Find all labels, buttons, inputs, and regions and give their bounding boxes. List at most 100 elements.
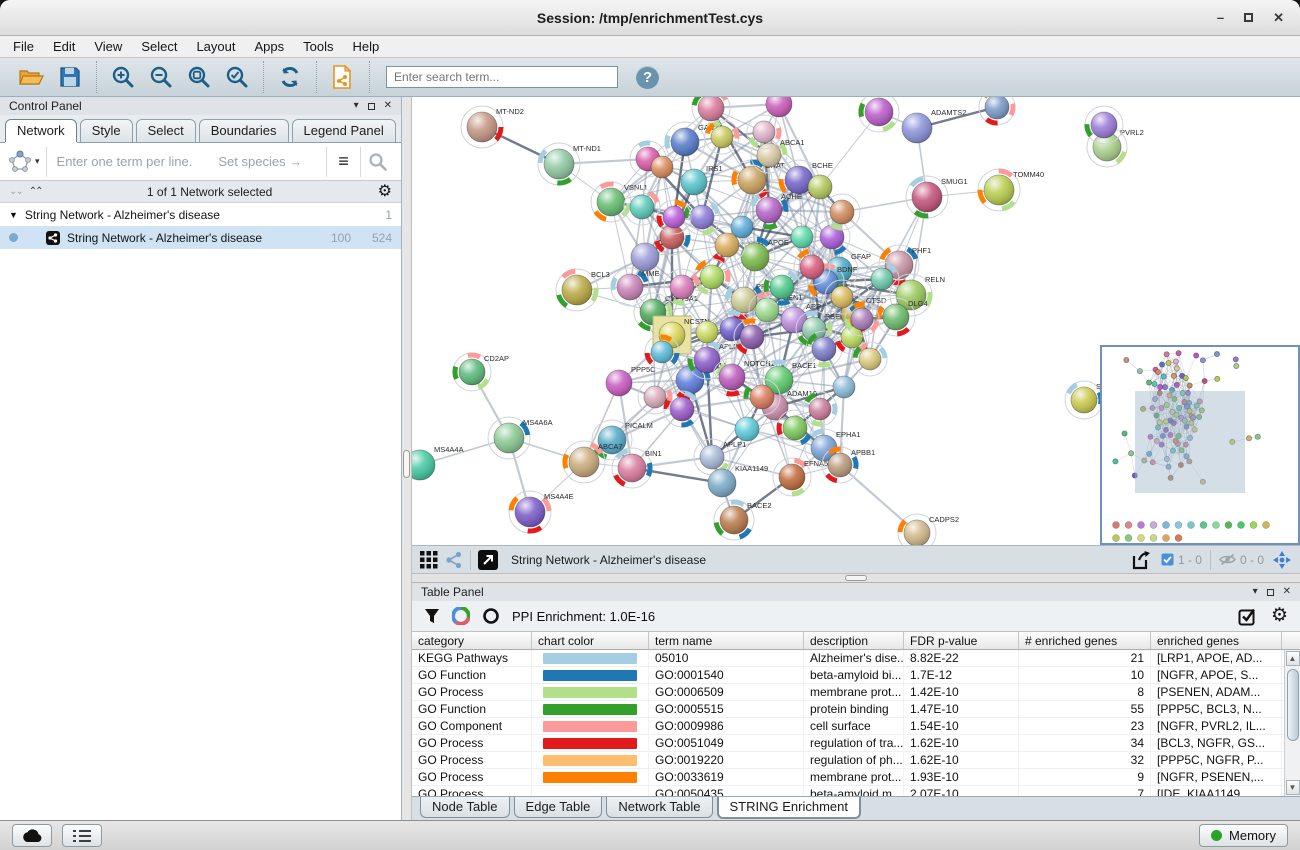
column-header-enriched-genes[interactable]: enriched genes bbox=[1151, 632, 1282, 649]
network-node[interactable]: CADPS2 bbox=[904, 515, 959, 545]
network-node[interactable] bbox=[753, 121, 775, 143]
birdseye-toggle-button[interactable] bbox=[1272, 550, 1292, 570]
network-node[interactable] bbox=[809, 398, 831, 420]
cloud-tasks-button[interactable] bbox=[12, 824, 52, 847]
network-node[interactable] bbox=[871, 268, 893, 290]
tab-legend-panel[interactable]: Legend Panel bbox=[292, 119, 396, 142]
share-view-button[interactable] bbox=[445, 551, 463, 569]
network-collection-row[interactable]: ▼ String Network - Alzheimer's disease 1 bbox=[0, 203, 401, 226]
task-history-button[interactable] bbox=[62, 824, 102, 847]
panel-collapse-icon[interactable]: ▾ bbox=[354, 101, 359, 111]
network-node[interactable]: TOMM40 bbox=[984, 170, 1044, 205]
close-button[interactable]: ✕ bbox=[1273, 10, 1284, 26]
divider-grip[interactable] bbox=[403, 450, 410, 478]
string-protein-query-button[interactable]: ▾ bbox=[7, 147, 47, 177]
import-network-button[interactable] bbox=[328, 62, 358, 92]
table-scrollbar[interactable]: ▲ ▼ bbox=[1284, 650, 1300, 796]
remove-chart-button[interactable] bbox=[482, 607, 500, 625]
network-node[interactable] bbox=[808, 175, 832, 199]
export-network-button[interactable] bbox=[1131, 550, 1153, 570]
column-header-chart-color[interactable]: chart color bbox=[532, 632, 649, 649]
network-node[interactable] bbox=[830, 200, 854, 224]
minimize-button[interactable]: – bbox=[1217, 10, 1224, 26]
menu-apps[interactable]: Apps bbox=[255, 39, 285, 54]
network-node[interactable] bbox=[831, 286, 853, 308]
table-split-divider[interactable] bbox=[412, 573, 1300, 583]
network-node[interactable] bbox=[731, 216, 753, 238]
network-node[interactable] bbox=[833, 376, 855, 398]
network-canvas[interactable]: MT-ND2MT-ND1VSNL1GAB2IRS1CHATABCA1BCHEAC… bbox=[412, 97, 1300, 545]
search-input[interactable] bbox=[386, 66, 618, 88]
network-node[interactable] bbox=[630, 195, 654, 219]
network-node[interactable] bbox=[715, 233, 739, 257]
gear-icon[interactable]: ⚙ bbox=[378, 184, 392, 200]
maximize-button[interactable] bbox=[1244, 10, 1253, 26]
panel-float-icon[interactable] bbox=[1267, 589, 1274, 596]
help-button[interactable]: ? bbox=[636, 66, 659, 89]
table-row[interactable]: GO ProcessGO:0019220regulation of ph...1… bbox=[412, 752, 1284, 769]
chart-settings-button[interactable] bbox=[452, 607, 470, 625]
panel-collapse-icon[interactable]: ▾ bbox=[1253, 587, 1258, 597]
scrollbar-thumb[interactable] bbox=[1287, 669, 1299, 741]
tab-edge-table[interactable]: Edge Table bbox=[514, 797, 603, 818]
network-node[interactable] bbox=[985, 97, 1009, 119]
scroll-down-icon[interactable]: ▼ bbox=[1286, 780, 1300, 795]
network-node[interactable] bbox=[851, 308, 873, 330]
network-node[interactable]: MS4A4E bbox=[515, 492, 574, 527]
network-row[interactable]: String Network - Alzheimer's disease 100… bbox=[0, 226, 401, 249]
filter-button[interactable] bbox=[424, 608, 440, 625]
network-node[interactable]: ADAMTS2 bbox=[902, 108, 966, 143]
menu-edit[interactable]: Edit bbox=[53, 39, 75, 54]
minimap-viewport[interactable] bbox=[1135, 391, 1245, 493]
panel-float-icon[interactable] bbox=[368, 103, 375, 110]
network-node[interactable]: BACE2 bbox=[720, 501, 772, 534]
open-in-new-button[interactable] bbox=[478, 550, 498, 570]
menu-help[interactable]: Help bbox=[353, 39, 380, 54]
network-node[interactable] bbox=[783, 416, 807, 440]
network-node[interactable] bbox=[740, 325, 764, 349]
table-row[interactable]: KEGG Pathways05010Alzheimer's dise...8.8… bbox=[412, 650, 1284, 667]
network-node[interactable] bbox=[696, 321, 718, 343]
network-node[interactable] bbox=[766, 97, 792, 117]
network-node[interactable] bbox=[770, 275, 794, 299]
network-node[interactable] bbox=[800, 255, 824, 279]
string-query-placeholder[interactable]: Enter one term per line. bbox=[57, 154, 193, 169]
table-row[interactable]: GO ProcessGO:0050435beta-amyloid m...2.0… bbox=[412, 786, 1284, 796]
tab-select[interactable]: Select bbox=[136, 119, 196, 142]
zoom-out-button[interactable] bbox=[146, 62, 176, 92]
memory-button[interactable]: Memory bbox=[1199, 824, 1288, 847]
menu-file[interactable]: File bbox=[13, 39, 34, 54]
menu-view[interactable]: View bbox=[94, 39, 122, 54]
table-row[interactable]: GO ProcessGO:0051049regulation of tra...… bbox=[412, 735, 1284, 752]
table-row[interactable]: GO ComponentGO:0009986cell surface1.54E-… bbox=[412, 718, 1284, 735]
network-node[interactable] bbox=[644, 386, 666, 408]
open-session-button[interactable] bbox=[17, 62, 47, 92]
column-header-term-name[interactable]: term name bbox=[649, 632, 804, 649]
zoom-selected-button[interactable] bbox=[222, 62, 252, 92]
network-node[interactable] bbox=[735, 417, 759, 441]
network-node[interactable] bbox=[690, 205, 714, 229]
network-node[interactable] bbox=[651, 341, 673, 363]
network-node[interactable] bbox=[670, 397, 694, 421]
menu-select[interactable]: Select bbox=[141, 39, 177, 54]
network-node[interactable] bbox=[865, 98, 893, 126]
network-node[interactable] bbox=[698, 97, 724, 121]
column-header-category[interactable]: category bbox=[412, 632, 532, 649]
expand-all-icon[interactable]: ⌃⌃ bbox=[29, 186, 42, 197]
menu-tools[interactable]: Tools bbox=[303, 39, 333, 54]
network-node[interactable]: MS4A6A bbox=[494, 418, 553, 453]
network-node[interactable] bbox=[812, 337, 836, 361]
zoom-fit-button[interactable] bbox=[184, 62, 214, 92]
network-node[interactable] bbox=[791, 226, 813, 248]
network-node[interactable] bbox=[700, 265, 724, 289]
table-row[interactable]: GO ProcessGO:0033619membrane prot...1.93… bbox=[412, 769, 1284, 786]
save-session-button[interactable] bbox=[55, 62, 85, 92]
zoom-in-button[interactable] bbox=[108, 62, 138, 92]
tab-boundaries[interactable]: Boundaries bbox=[199, 119, 289, 142]
string-search-button[interactable] bbox=[360, 147, 394, 177]
table-row[interactable]: GO FunctionGO:0001540beta-amyloid bi...1… bbox=[412, 667, 1284, 684]
column-header-fdr-p-value[interactable]: FDR p-value bbox=[904, 632, 1019, 649]
grid-mode-button[interactable] bbox=[420, 551, 438, 569]
collapse-all-icon[interactable]: ⌄⌄ bbox=[9, 186, 22, 197]
network-node[interactable] bbox=[1091, 112, 1117, 138]
